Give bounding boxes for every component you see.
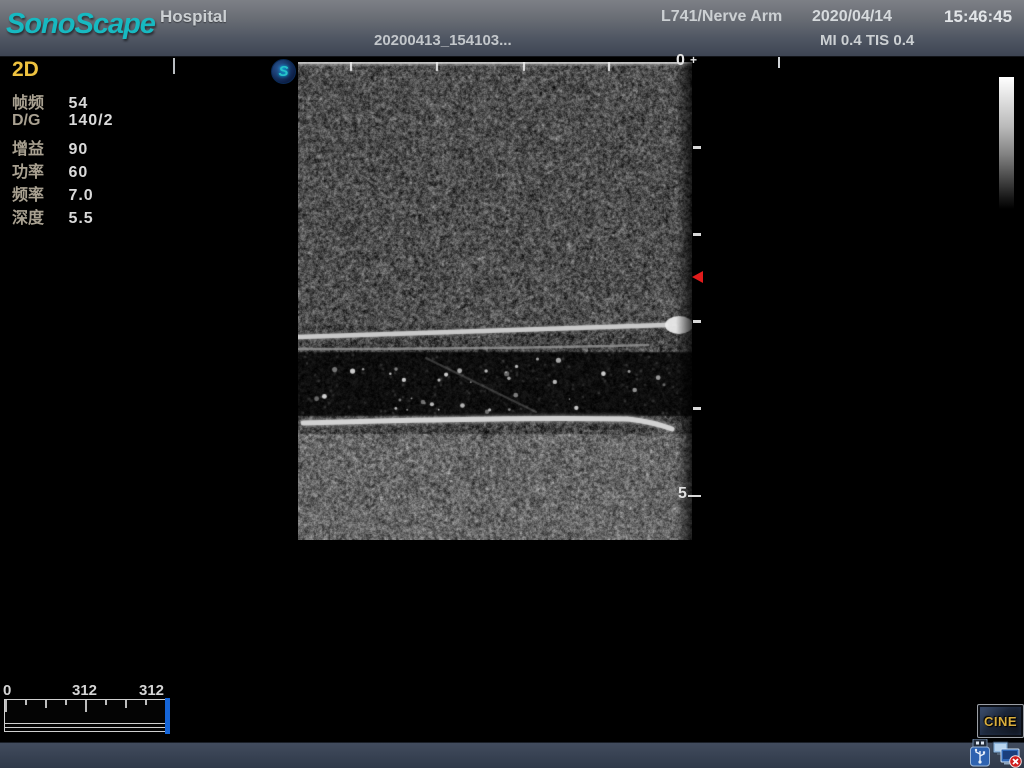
bottom-status-bar bbox=[0, 742, 1024, 768]
param-value: 140/2 bbox=[68, 112, 113, 129]
focus-position-arrow-icon[interactable] bbox=[692, 271, 703, 283]
cine-label-start: 0 bbox=[3, 682, 11, 699]
param-row-frequency: 频率 7.0 bbox=[12, 181, 114, 204]
cine-position-marker[interactable] bbox=[165, 698, 170, 734]
param-label: D/G bbox=[12, 112, 64, 130]
param-value: 5.5 bbox=[68, 210, 93, 227]
ultrasound-image[interactable] bbox=[298, 62, 692, 540]
param-row-gain: 增益 90 bbox=[12, 135, 114, 158]
cine-ruler-tick bbox=[105, 700, 107, 705]
probe-orientation-marker: S bbox=[271, 59, 296, 84]
param-row-framerate: 帧频 54 bbox=[12, 89, 114, 112]
exam-id: 20200413_154103... bbox=[374, 32, 512, 49]
param-label: 频率 bbox=[12, 181, 64, 205]
grayscale-map-bar bbox=[999, 77, 1014, 209]
param-label: 帧频 bbox=[12, 89, 64, 113]
top-bar: SonoScape Hospital L741/Nerve Arm 2020/0… bbox=[0, 0, 1024, 57]
parameter-panel: 2D 帧频 54 D/G 140/2 增益 90 功率 60 频率 7.0 深度… bbox=[12, 58, 114, 227]
cine-ruler-tick bbox=[85, 700, 87, 712]
param-label: 功率 bbox=[12, 158, 64, 182]
hospital-name: Hospital bbox=[160, 7, 227, 27]
depth-tick-3 bbox=[693, 320, 701, 323]
cine-ruler-tick bbox=[5, 700, 7, 712]
param-row-dg: D/G 140/2 bbox=[12, 112, 114, 135]
brand-logo: SonoScape bbox=[6, 8, 155, 41]
cine-button[interactable]: CINE bbox=[977, 704, 1024, 738]
cine-track-line bbox=[5, 723, 167, 724]
probe-preset-label: L741/Nerve Arm bbox=[661, 8, 782, 26]
depth-tick-2 bbox=[693, 233, 701, 236]
cine-label-total: 312 bbox=[139, 682, 164, 699]
usb-storage-icon[interactable] bbox=[969, 739, 991, 767]
mi-tis-indices: MI 0.4 TIS 0.4 bbox=[820, 32, 914, 49]
ultrasound-app-screen: SonoScape Hospital L741/Nerve Arm 2020/0… bbox=[0, 0, 1024, 768]
cine-scrubber-ruler[interactable] bbox=[4, 699, 168, 732]
probe-orientation-letter: S bbox=[278, 63, 288, 80]
text-cursor-marker bbox=[173, 58, 175, 74]
cine-label-current: 312 bbox=[72, 682, 97, 699]
depth-label-5: 5 bbox=[678, 485, 687, 503]
param-row-depth: 深度 5.5 bbox=[12, 204, 114, 227]
cine-ruler-tick bbox=[125, 700, 127, 708]
param-value: 60 bbox=[68, 164, 88, 181]
depth-top-plus-marker: + bbox=[690, 53, 697, 67]
cine-ruler-tick bbox=[65, 700, 67, 705]
cine-ruler-tick bbox=[45, 700, 47, 708]
cine-button-label: CINE bbox=[984, 714, 1017, 729]
clock-time: 15:46:45 bbox=[944, 7, 1012, 27]
exam-date: 2020/04/14 bbox=[812, 8, 892, 26]
mode-label: 2D bbox=[12, 58, 114, 82]
depth-tick-1 bbox=[693, 146, 701, 149]
depth-label-0: 0 bbox=[676, 52, 685, 70]
param-value: 90 bbox=[68, 141, 88, 158]
param-label: 增益 bbox=[12, 135, 64, 159]
depth-tick-4 bbox=[693, 407, 701, 410]
param-value: 7.0 bbox=[68, 187, 93, 204]
cine-track-line bbox=[5, 727, 167, 728]
top-right-tick-marker bbox=[778, 57, 780, 68]
network-disconnected-icon[interactable] bbox=[992, 741, 1022, 768]
cine-ruler-tick bbox=[25, 700, 27, 705]
param-label: 深度 bbox=[12, 204, 64, 228]
depth-tick-5 bbox=[688, 495, 701, 497]
param-value: 54 bbox=[68, 95, 88, 112]
param-row-power: 功率 60 bbox=[12, 158, 114, 181]
cine-ruler-tick bbox=[145, 700, 147, 705]
